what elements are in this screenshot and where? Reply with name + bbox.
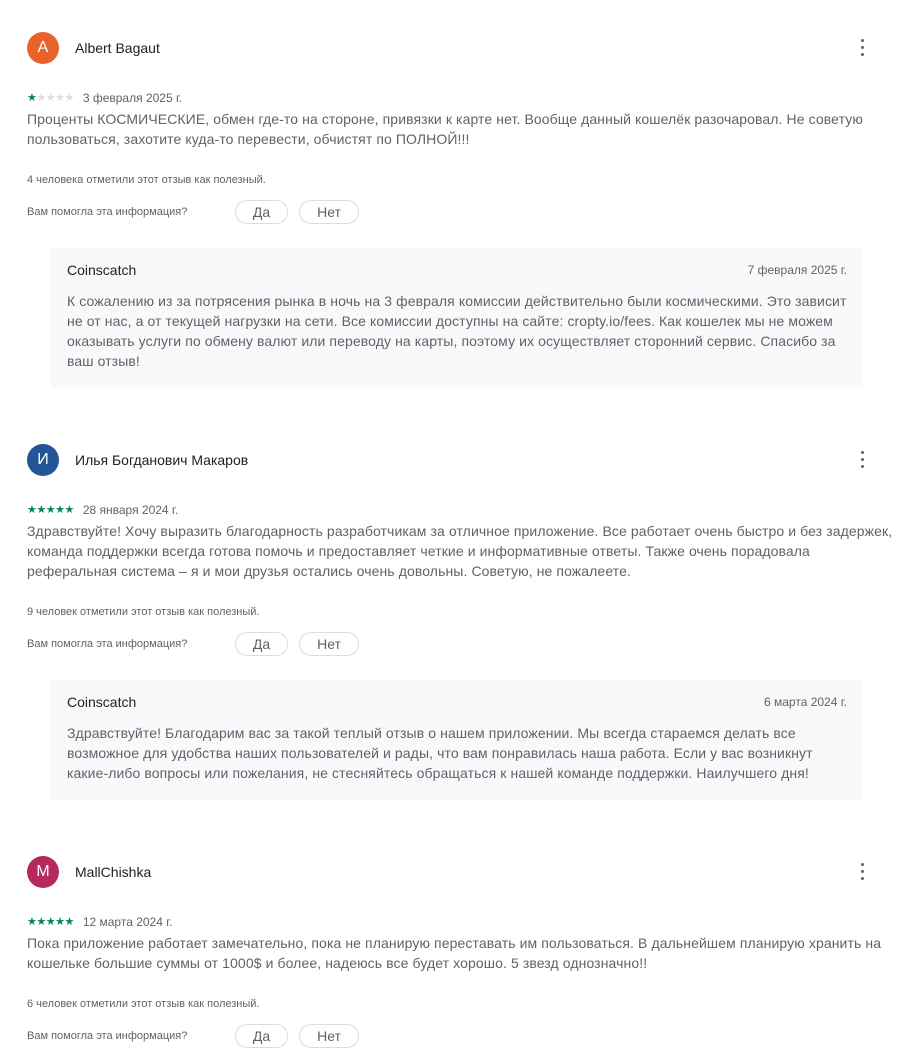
reply-text: Здравствуйте! Благодарим вас за такой те… (67, 725, 813, 781)
yes-button[interactable]: Да (235, 1024, 288, 1048)
review-card: M MallChishka ★★★★★ ★★★★★ 12 марта 2024 г… (0, 856, 905, 1062)
no-button[interactable]: Нет (299, 632, 359, 656)
rating-row: ★★★★★ ★★★★★ 28 января 2024 г. (27, 502, 178, 518)
review-date: 12 марта 2024 г. (82, 915, 173, 929)
rating-row: ★★★★★ ★★★★★ 12 марта 2024 г. (27, 914, 172, 930)
avatar: И (27, 444, 59, 476)
helpful-count: 6 человек отметили этот отзыв как полезн… (27, 998, 260, 1010)
review-header: A Albert Bagaut (27, 32, 877, 64)
avatar: A (27, 32, 59, 64)
more-options-icon[interactable] (850, 36, 874, 60)
review-card: И Илья Богданович Макаров ★★★★★ ★★★★★ 28 … (0, 444, 905, 804)
helpful-question: Вам помогла эта информация? (27, 638, 188, 650)
review-author: MallChishka (75, 864, 152, 880)
review-card: A Albert Bagaut ★★★★★★★★★★ 3 февраля 202… (0, 32, 905, 392)
yes-button[interactable]: Да (235, 200, 288, 224)
star-rating: ★★★★★★★★★★ (27, 916, 74, 928)
no-button[interactable]: Нет (299, 200, 359, 224)
reply-author: Coinscatch (67, 694, 137, 710)
reply-date: 6 марта 2024 г. (764, 695, 847, 709)
review-header: M MallChishka (27, 856, 877, 888)
rating-row: ★★★★★★★★★★ 3 февраля 2025 г. (27, 90, 182, 106)
star-rating: ★★★★★★★★★★ (27, 504, 74, 516)
no-button[interactable]: Нет (299, 1024, 359, 1048)
helpful-prompt: Вам помогла эта информация? Да Нет (27, 1024, 359, 1048)
review-text: Здравствуйте! Хочу выразить благодарност… (27, 523, 893, 579)
more-options-icon[interactable] (850, 448, 874, 472)
developer-reply: Coinscatch 7 февраля 2025 г. К сожалению… (51, 248, 863, 388)
review-header: И Илья Богданович Макаров (27, 444, 877, 476)
reply-author: Coinscatch (67, 262, 137, 278)
review-date: 28 января 2024 г. (82, 503, 179, 517)
helpful-count: 9 человек отметили этот отзыв как полезн… (27, 606, 260, 618)
review-text: Пока приложение работает замечательно, п… (27, 935, 882, 971)
helpful-prompt: Вам помогла эта информация? Да Нет (27, 632, 359, 656)
star-rating: ★★★★★★★★★★ (27, 92, 74, 104)
reply-date: 7 февраля 2025 г. (747, 263, 847, 277)
review-author: Илья Богданович Макаров (75, 452, 249, 468)
more-options-icon[interactable] (850, 860, 874, 884)
review-date: 3 февраля 2025 г. (82, 91, 183, 105)
reply-text: К сожалению из за потрясения рынка в ноч… (67, 293, 847, 369)
helpful-count: 4 человека отметили этот отзыв как полез… (27, 174, 266, 186)
review-author: Albert Bagaut (75, 40, 160, 56)
avatar: M (27, 856, 59, 888)
yes-button[interactable]: Да (235, 632, 288, 656)
helpful-question: Вам помогла эта информация? (27, 1030, 188, 1042)
developer-reply: Coinscatch 6 марта 2024 г. Здравствуйте!… (51, 680, 863, 800)
review-text: Проценты КОСМИЧЕСКИЕ, обмен где-то на ст… (27, 111, 863, 147)
helpful-prompt: Вам помогла эта информация? Да Нет (27, 200, 359, 224)
helpful-question: Вам помогла эта информация? (27, 206, 188, 218)
